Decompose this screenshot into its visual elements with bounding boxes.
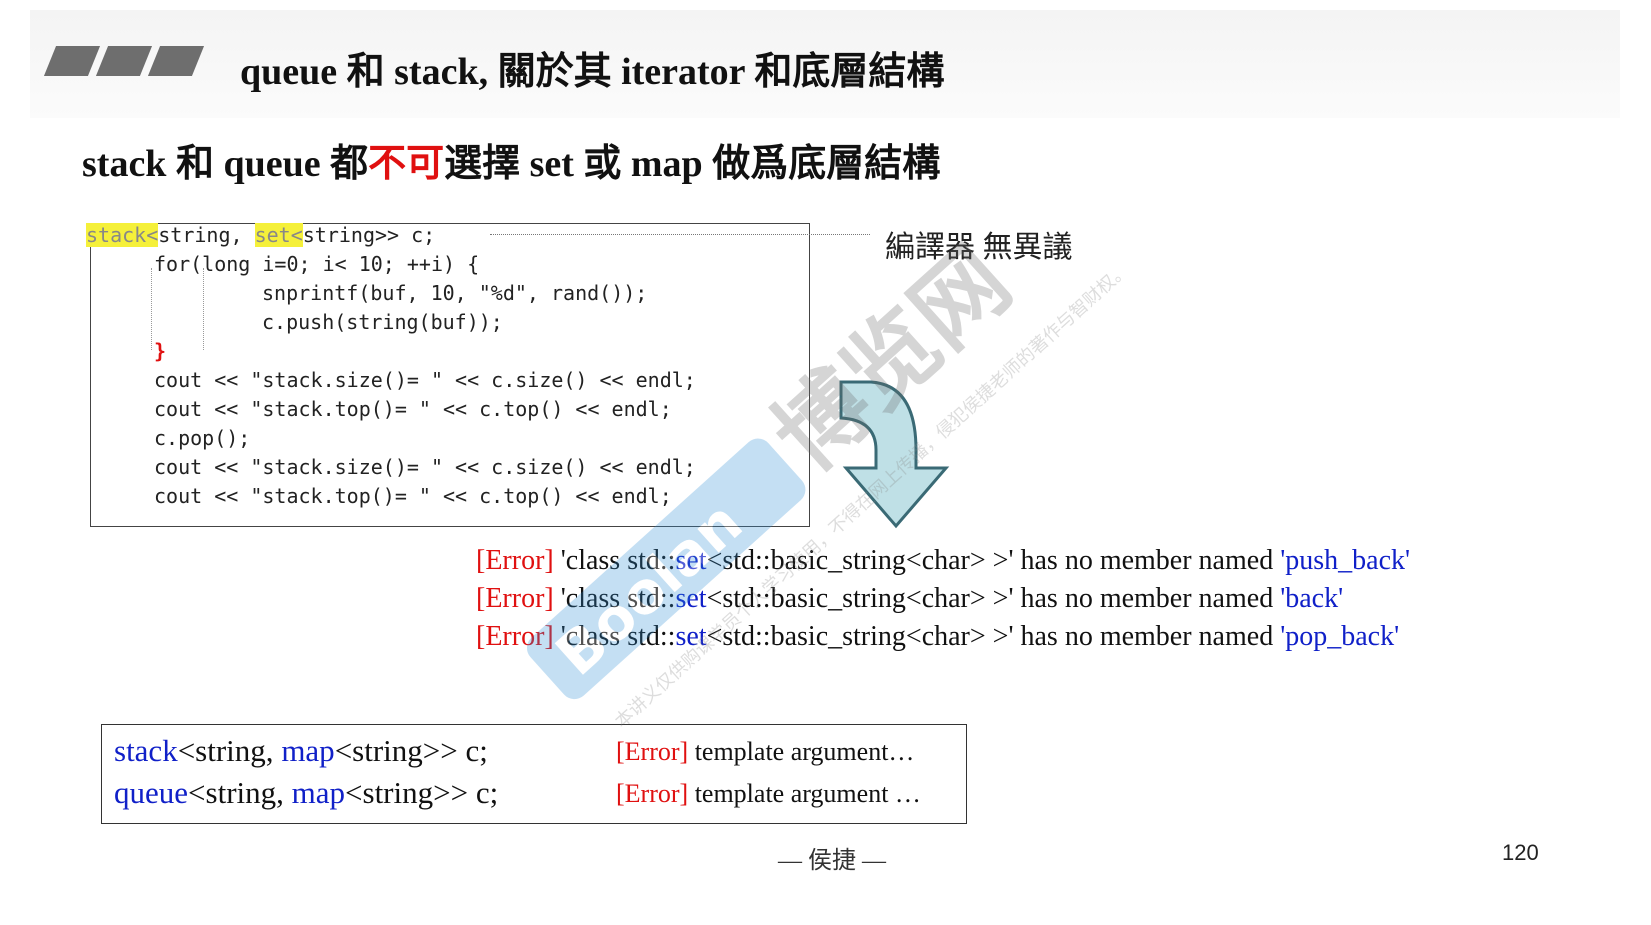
code-line-declaration: stack<string, set<string>> c; [86, 223, 436, 247]
page-number: 120 [1502, 840, 1539, 865]
stack-map-error: [Error] template argument… [616, 737, 915, 766]
error-line: [Error] 'class std::set<std::basic_strin… [476, 545, 1411, 576]
curved-arrow-icon [839, 380, 950, 529]
queue-map-error: [Error] template argument … [616, 779, 921, 808]
code-line: } [154, 339, 167, 363]
connector-line [490, 234, 870, 235]
subtitle: stack 和 queue 都不可選擇 set 或 map 做爲底層結構 [82, 132, 940, 187]
error-line: [Error] 'class std::set<std::basic_strin… [476, 621, 1400, 652]
code-line: cout << "stack.size()= " << c.size() << … [154, 455, 696, 479]
subtitle-part3: 選擇 set 或 map 做爲底層結構 [444, 143, 941, 185]
highlight-set: set< [254, 223, 303, 247]
code-line: c.push(string(buf)); [262, 310, 503, 334]
subtitle-part1: stack 和 queue 都 [82, 143, 369, 185]
code-line: cout << "stack.top()= " << c.top() << en… [154, 397, 672, 421]
code-line: snprintf(buf, 10, "%d", rand()); [262, 281, 648, 305]
code-line: cout << "stack.size()= " << c.size() << … [154, 368, 696, 392]
code-line: for(long i=0; i< 10; ++i) { [154, 252, 480, 276]
error-list: [Error] 'class std::set<std::basic_strin… [476, 542, 1410, 656]
error-line: [Error] 'class std::set<std::basic_strin… [476, 583, 1344, 614]
queue-map-code: queue<string, map<string>> c; [114, 775, 499, 810]
compiler-note: 編譯器 無異議 [885, 231, 1073, 264]
slide-title: queue 和 stack, 關於其 iterator 和底層結構 [240, 51, 945, 93]
code-line: cout << "stack.top()= " << c.top() << en… [154, 484, 672, 508]
code-line: c.pop(); [154, 426, 251, 450]
map-example-box: stack<string, map<string>> c; [Error] te… [101, 724, 967, 824]
stack-map-code: stack<string, map<string>> c; [114, 733, 488, 768]
highlight-stack: stack< [86, 223, 159, 247]
subtitle-emphasis: 不可 [368, 143, 445, 185]
footer-author: — 侯捷 — [778, 848, 886, 874]
